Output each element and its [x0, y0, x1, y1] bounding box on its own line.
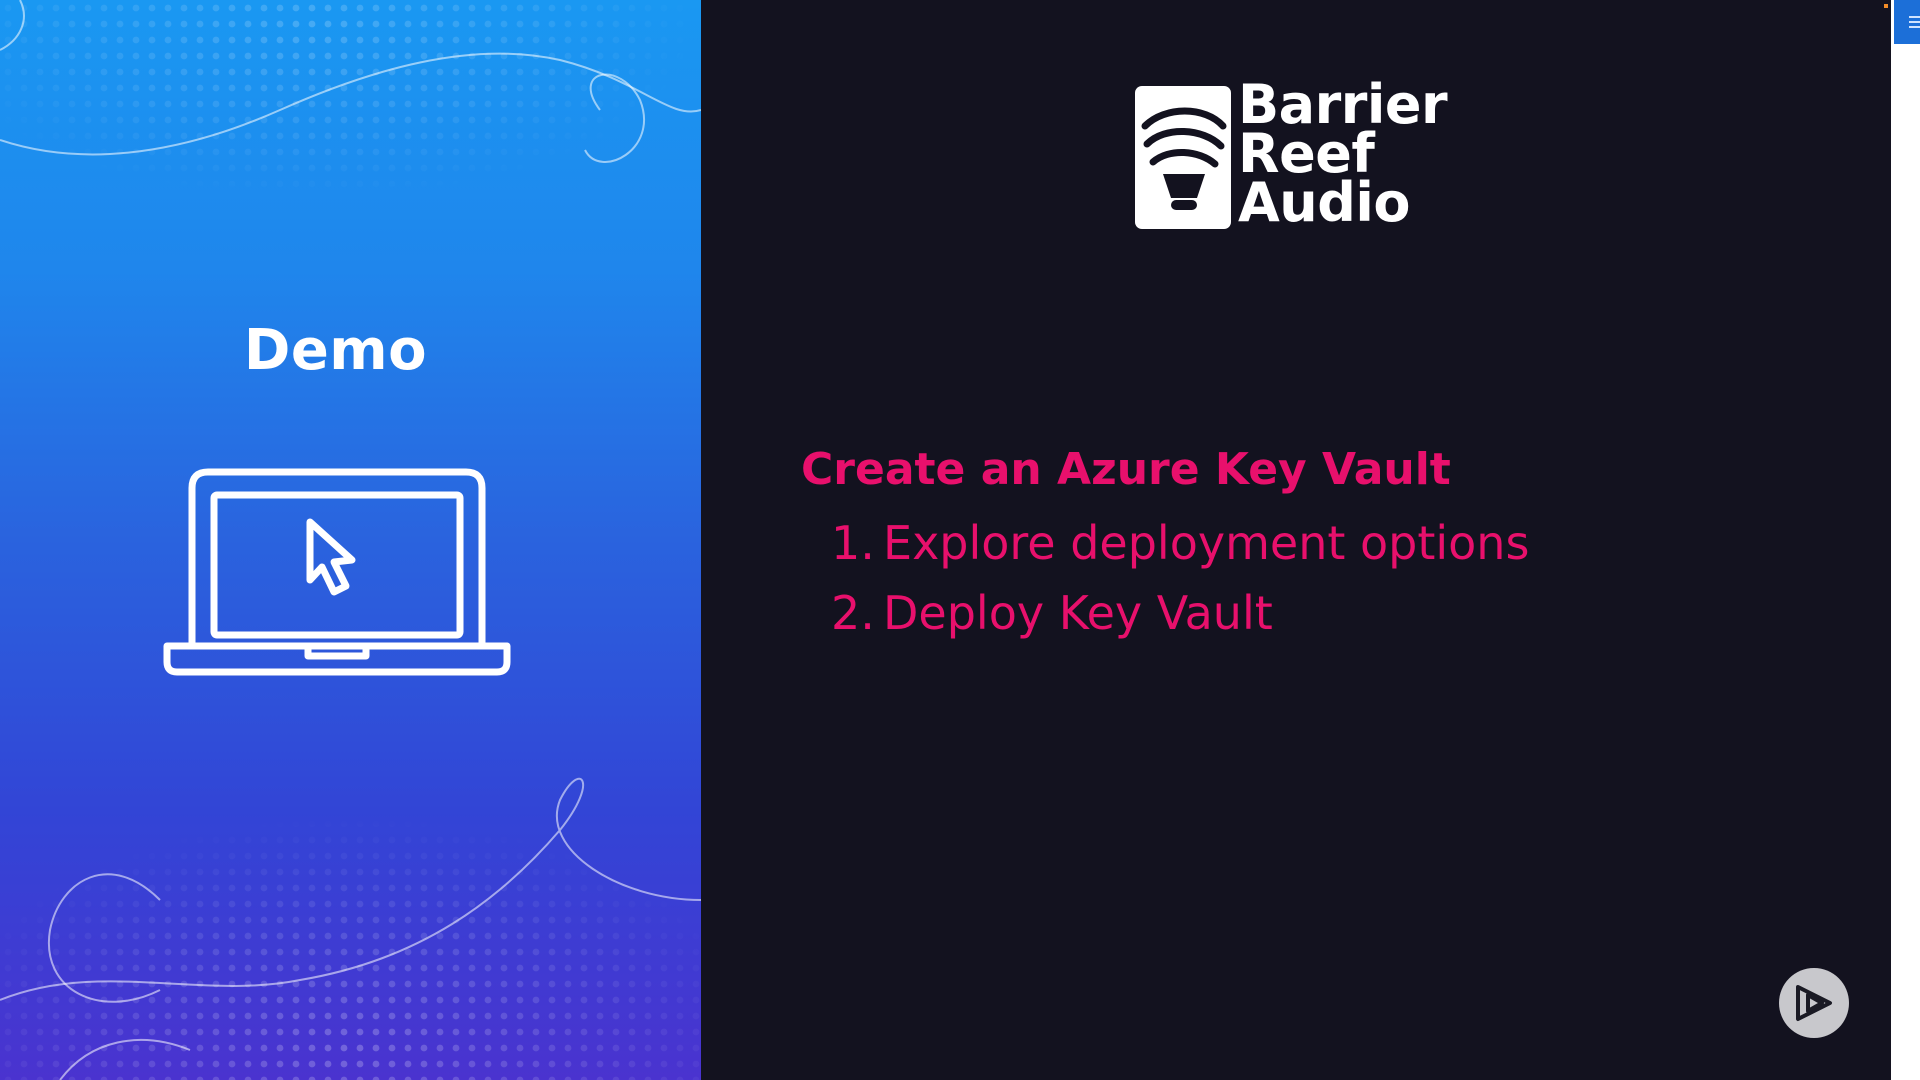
play-logo-icon — [1796, 985, 1832, 1021]
laptop-with-cursor-icon — [163, 468, 511, 676]
speaker-waves-icon — [1135, 86, 1231, 229]
notification-dot — [1884, 4, 1888, 8]
hamburger-menu-icon[interactable] — [1894, 0, 1920, 44]
brand-logo: Barrier Reef Audio — [1135, 78, 1448, 236]
demo-panel: Demo — [0, 0, 701, 1080]
agenda-list: 1. Explore deployment options 2. Deploy … — [801, 508, 1701, 648]
slide-stage: Demo Barrier Reef Audio Create an Azure … — [0, 0, 1920, 1080]
list-item-number: 2. — [831, 586, 875, 640]
agenda-heading: Create an Azure Key Vault — [801, 444, 1451, 495]
content-panel: Barrier Reef Audio Create an Azure Key V… — [701, 0, 1891, 1080]
list-item-number: 1. — [831, 516, 875, 570]
agenda: Create an Azure Key Vault 1. Explore dep… — [801, 442, 1701, 648]
right-edge-strip — [1891, 0, 1920, 1080]
demo-title: Demo — [243, 318, 428, 383]
list-item: 2. Deploy Key Vault — [801, 578, 1701, 648]
brand-name-line: Audio — [1238, 171, 1411, 234]
list-item-label: Explore deployment options — [883, 516, 1530, 570]
list-item: 1. Explore deployment options — [801, 508, 1701, 578]
brand-name: Barrier Reef Audio — [1238, 78, 1448, 234]
play-button[interactable] — [1779, 968, 1849, 1038]
list-item-label: Deploy Key Vault — [883, 586, 1273, 640]
